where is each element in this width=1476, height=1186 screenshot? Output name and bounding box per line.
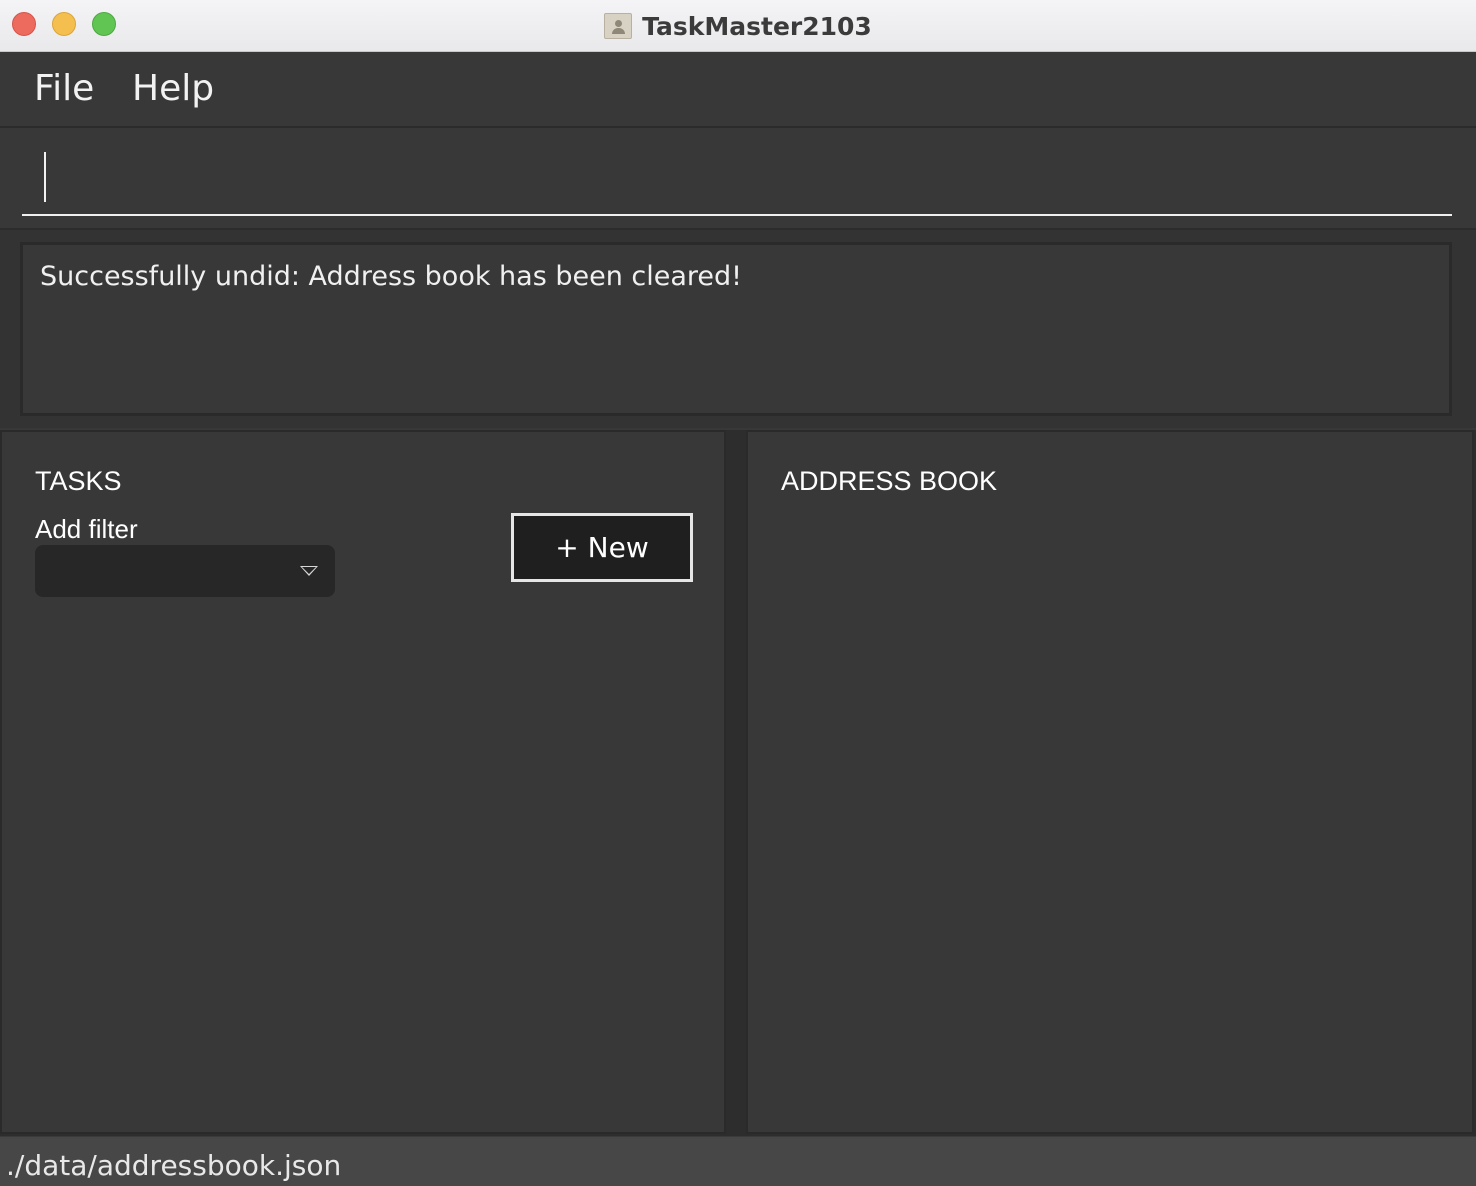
address-book-title: ADDRESS BOOK [781,466,998,496]
menu-bar: File Help [0,52,1476,128]
result-display-container: Successfully undid: Address book has bee… [0,228,1476,428]
app-icon [604,13,633,39]
new-task-button[interactable]: + New [511,513,693,582]
command-area [0,128,1476,228]
menu-help[interactable]: Help [132,68,214,109]
chevron-down-icon [300,566,318,576]
add-filter-label: Add filter [35,514,138,544]
status-bar: ./data/addressbook.json [0,1136,1476,1186]
window-title: TaskMaster2103 [642,11,872,41]
result-display[interactable]: Successfully undid: Address book has bee… [20,242,1452,416]
window-title-group: TaskMaster2103 [0,0,1476,52]
tasks-panel: TASKS Add filter + New [0,430,726,1134]
filter-dropdown[interactable] [35,545,335,597]
menu-file[interactable]: File [34,68,94,109]
address-book-panel: ADDRESS BOOK [746,430,1474,1134]
status-file-path: ./data/addressbook.json [6,1149,342,1182]
window-titlebar: TaskMaster2103 [0,0,1476,52]
command-input[interactable] [22,146,1452,216]
text-caret [44,152,46,202]
main-panels: TASKS Add filter + New ADDRESS BOOK [0,430,1476,1136]
result-message: Successfully undid: Address book has bee… [40,261,742,292]
tasks-title: TASKS [35,466,122,496]
